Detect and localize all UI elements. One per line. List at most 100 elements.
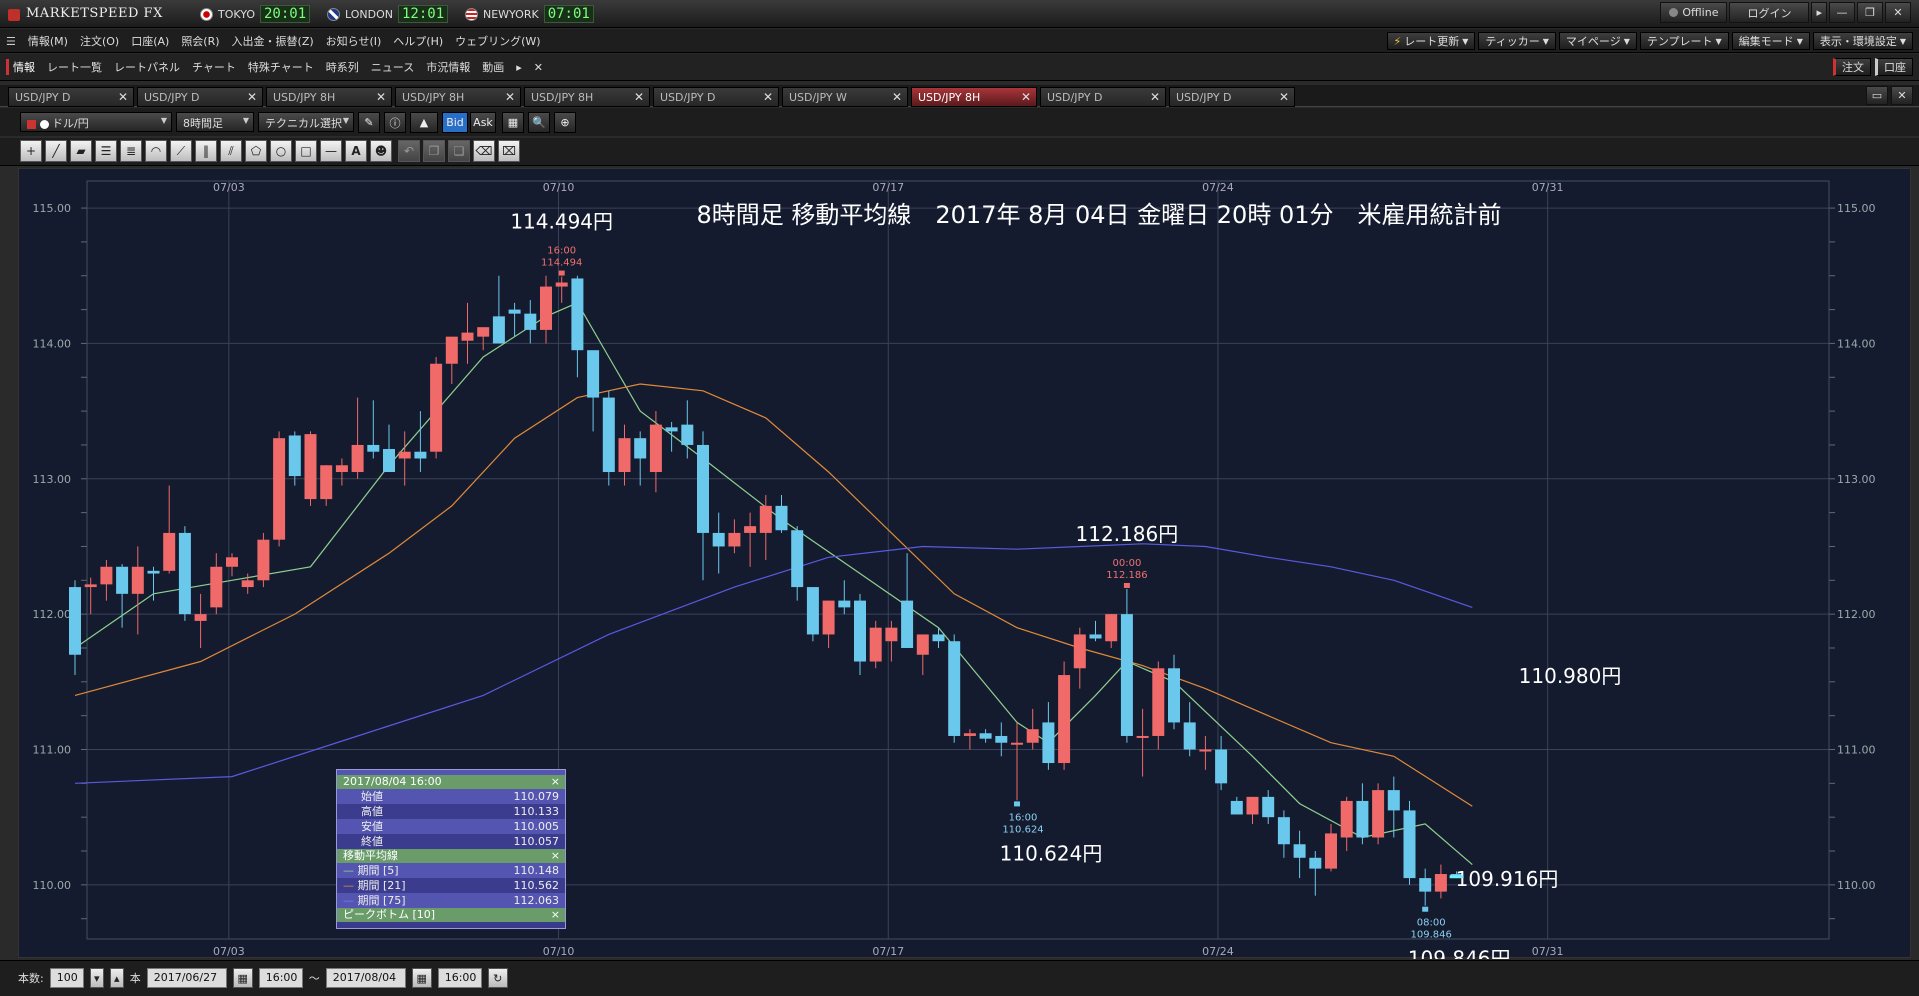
tab-close-icon[interactable]: ✕ (376, 90, 386, 104)
refresh-icon[interactable]: ↻ (487, 968, 508, 988)
order-button[interactable]: 注文 (1833, 58, 1871, 76)
text-tool[interactable]: A (345, 140, 367, 162)
minimize-button[interactable]: — (1829, 2, 1855, 23)
tab-close-icon[interactable]: ✕ (505, 90, 515, 104)
count-spin-up-icon[interactable]: ▴ (109, 968, 124, 988)
menu-info[interactable]: 情報(M) (28, 33, 68, 49)
tab-close-icon[interactable]: ✕ (118, 90, 128, 104)
close-button[interactable]: ✕ (1885, 2, 1911, 23)
tab-close-icon[interactable]: ✕ (1150, 90, 1160, 104)
tool-more-arrow-icon[interactable]: ▸ (516, 61, 522, 74)
tool-timeseries[interactable]: 時系列 (326, 59, 359, 75)
tab-chart[interactable]: USD/JPY D ✕ (8, 87, 134, 107)
tool-info[interactable]: 情報 (6, 59, 35, 75)
tab-chart[interactable]: USD/JPY D ✕ (653, 87, 779, 107)
vertical-lines-tool[interactable]: ‖ (195, 140, 217, 162)
tab-chart[interactable]: USD/JPY W ✕ (782, 87, 908, 107)
tab-chart[interactable]: USD/JPY D ✕ (1169, 87, 1295, 107)
paste-drawing-tool[interactable]: ❏ (448, 140, 470, 162)
fan-tool[interactable]: ⟋ (170, 140, 192, 162)
from-time-input[interactable]: 16:00 (258, 968, 303, 988)
menu-help[interactable]: ヘルプ(H) (393, 33, 443, 49)
close-icon[interactable]: × (551, 849, 560, 863)
tool-rate-panel[interactable]: レートパネル (114, 59, 180, 75)
tab-chart[interactable]: USD/JPY 8H ✕ (524, 87, 650, 107)
rate-update-button[interactable]: ⚡ レート更新 ▼ (1386, 32, 1476, 50)
tool-special-chart[interactable]: 特殊チャート (248, 59, 314, 75)
offline-status-button[interactable]: Offline (1660, 2, 1728, 23)
crosshair-tool[interactable]: + (20, 140, 42, 162)
eraser-tool[interactable]: ⌫ (473, 140, 495, 162)
chart-type-button[interactable]: ▲ (410, 112, 438, 133)
icon-tool[interactable]: ☻ (370, 140, 392, 162)
chart-svg[interactable]: 115.00 115.00 114.00 114.00 113.00 113.00 112.… (19, 169, 1912, 959)
copy-drawing-tool[interactable]: ❐ (423, 140, 445, 162)
zoom-in-button[interactable]: ⊕ (554, 112, 576, 133)
tab-close-icon[interactable]: ✕ (247, 90, 257, 104)
account-button[interactable]: 口座 (1875, 58, 1913, 76)
tab-maximize-button[interactable]: ▭ (1866, 86, 1888, 105)
menu-inquiry[interactable]: 照会(R) (181, 33, 219, 49)
fib-retracement-tool[interactable]: ≣ (120, 140, 142, 162)
fib-arc-tool[interactable]: ◠ (145, 140, 167, 162)
info-button[interactable]: ⓘ (384, 112, 406, 133)
count-spin-down-icon[interactable]: ▾ (89, 968, 104, 988)
tab-close-icon[interactable]: ✕ (1021, 90, 1031, 104)
rectangle-tool[interactable]: □ (295, 140, 317, 162)
pen-tool-button[interactable]: ✎ (358, 112, 380, 133)
pentagon-tool[interactable]: ⬠ (245, 140, 267, 162)
maximize-button[interactable]: ❐ (1857, 2, 1883, 23)
count-input[interactable]: 100 (49, 968, 84, 988)
candlestick-chart[interactable]: 115.00 115.00 114.00 114.00 113.00 113.00 112.… (18, 168, 1912, 959)
undo-drawing-tool[interactable]: ↶ (398, 140, 420, 162)
tab-close-icon[interactable]: ✕ (634, 90, 644, 104)
technical-select[interactable]: テクニカル選択 (258, 112, 354, 132)
tab-chart[interactable]: USD/JPY 8H ✕ (395, 87, 521, 107)
tool-close-icon[interactable]: ✕ (534, 61, 543, 74)
tool-chart[interactable]: チャート (192, 59, 236, 75)
tab-close-icon[interactable]: ✕ (892, 90, 902, 104)
menu-order[interactable]: 注文(O) (80, 33, 119, 49)
horizontal-lines-tool[interactable]: ☰ (95, 140, 117, 162)
channel-tool[interactable]: ⫽ (220, 140, 242, 162)
display-settings-button[interactable]: 表示・環境設定 ▼ (1812, 32, 1913, 50)
menu-notice[interactable]: お知らせ(I) (326, 33, 382, 49)
tab-close-icon[interactable]: ✕ (1279, 90, 1289, 104)
menu-account[interactable]: 口座(A) (131, 33, 169, 49)
to-time-input[interactable]: 16:00 (437, 968, 482, 988)
trendline-tool[interactable]: ╱ (45, 140, 67, 162)
tab-chart[interactable]: USD/JPY D ✕ (1040, 87, 1166, 107)
to-date-input[interactable]: 2017/08/04 (325, 968, 406, 988)
from-date-input[interactable]: 2017/06/27 (146, 968, 227, 988)
tab-close-button[interactable]: ✕ (1891, 86, 1913, 105)
close-icon[interactable]: × (551, 775, 560, 789)
edit-mode-button[interactable]: 編集モード ▼ (1731, 32, 1810, 50)
calendar-icon[interactable]: ▦ (232, 968, 253, 988)
timeframe-select[interactable]: 8時間足 (176, 112, 254, 132)
ticker-button[interactable]: ティッカー ▼ (1478, 32, 1556, 50)
tab-chart-active[interactable]: USD/JPY 8H ✕ (911, 87, 1037, 107)
ruler-tool[interactable]: ▰ (70, 140, 92, 162)
tab-close-icon[interactable]: ✕ (763, 90, 773, 104)
calendar-icon[interactable]: ▦ (411, 968, 432, 988)
menu-webring[interactable]: ウェブリング(W) (455, 33, 540, 49)
tool-rate-list[interactable]: レート一覧 (47, 59, 102, 75)
mypage-button[interactable]: マイページ ▼ (1558, 32, 1637, 50)
tool-video[interactable]: 動画 (482, 59, 504, 75)
menu-deposit[interactable]: 入出金・振替(Z) (232, 33, 314, 49)
hline-tool[interactable]: — (320, 140, 342, 162)
login-button[interactable]: ログイン (1729, 2, 1810, 23)
circle-tool[interactable]: ○ (270, 140, 292, 162)
menu-hamburger-icon[interactable]: ☰ (6, 35, 16, 48)
tool-market-info[interactable]: 市況情報 (426, 59, 470, 75)
close-icon[interactable]: × (551, 908, 560, 922)
tab-chart[interactable]: USD/JPY D ✕ (137, 87, 263, 107)
ask-toggle[interactable]: Ask (470, 112, 496, 133)
expand-arrow-button[interactable]: ▸ (1811, 2, 1827, 23)
chart-window-button[interactable]: ▦ (502, 112, 524, 133)
tab-chart[interactable]: USD/JPY 8H ✕ (266, 87, 392, 107)
data-window-popup[interactable]: 2017/08/04 16:00 × 始値 110.079 高値 110.133 安値… (336, 769, 566, 929)
currency-pair-select[interactable]: ドル/円 (20, 112, 172, 132)
template-button[interactable]: テンプレート ▼ (1639, 32, 1729, 50)
bid-toggle[interactable]: Bid (442, 112, 468, 133)
